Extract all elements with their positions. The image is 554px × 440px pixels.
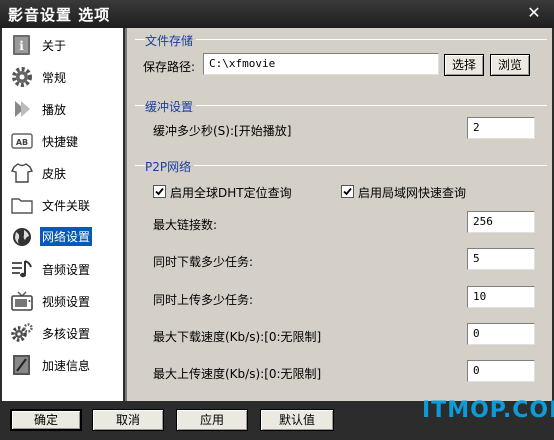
dht-checkbox-label[interactable]: 启用全球DHT定位查询	[170, 184, 292, 201]
sidebar-item-audio[interactable]: 音频设置	[6, 256, 120, 282]
max-upload-speed-input[interactable]: 0	[467, 360, 535, 382]
sidebar-item-skin[interactable]: 皮肤	[6, 160, 120, 186]
max-upload-speed-label: 最大上传速度(Kb/s):[0:无限制]	[153, 367, 322, 381]
group-separator	[135, 105, 547, 106]
upload-tasks-input[interactable]: 10	[467, 286, 535, 308]
save-path-label: 保存路径:	[143, 60, 196, 74]
sidebar-item-label: 常规	[42, 71, 67, 85]
sidebar-item-label: 音频设置	[42, 263, 91, 277]
tv-icon	[11, 291, 33, 311]
window-title: 影音设置 选项	[8, 6, 111, 24]
browse-path-button[interactable]: 浏览	[490, 54, 530, 76]
sidebar-item-label: 皮肤	[42, 167, 67, 181]
sidebar-item-general[interactable]: 常规	[6, 64, 120, 90]
sidebar-item-label: 快捷键	[42, 135, 79, 149]
play-arrow-icon	[15, 101, 30, 117]
ok-button[interactable]: 确定	[10, 409, 82, 431]
acceleration-icon	[13, 355, 30, 375]
sidebar: i 关于 常规 播放 AB 快捷键 皮肤 文件关联 网络设置 音频设置 视频设置…	[2, 28, 123, 401]
sidebar-item-hotkeys[interactable]: AB 快捷键	[6, 128, 120, 154]
download-tasks-input[interactable]: 5	[467, 248, 535, 270]
max-download-speed-label: 最大下载速度(Kb/s):[0:无限制]	[153, 330, 322, 344]
check-icon	[343, 187, 352, 196]
svg-text:AB: AB	[16, 138, 28, 147]
music-note-icon	[12, 260, 32, 278]
title-bar[interactable]: 影音设置 选项 ✕	[0, 0, 554, 28]
lan-checkbox[interactable]	[341, 185, 354, 198]
dht-checkbox[interactable]	[153, 185, 166, 198]
sidebar-item-file-assoc[interactable]: 文件关联	[6, 192, 120, 218]
select-path-button[interactable]: 选择	[444, 54, 484, 76]
download-tasks-label: 同时下载多少任务:	[153, 255, 254, 269]
close-icon[interactable]: ✕	[524, 3, 544, 23]
svg-text:i: i	[19, 39, 24, 53]
sidebar-item-video[interactable]: 视频设置	[6, 288, 120, 314]
buffer-seconds-input[interactable]: 2	[467, 117, 535, 139]
sidebar-item-playback[interactable]: 播放	[6, 96, 120, 122]
sidebar-item-label: 网络设置	[40, 227, 93, 246]
watermark-logo: ITMOP.COM	[422, 398, 554, 423]
apply-button[interactable]: 应用	[176, 409, 248, 431]
cancel-button[interactable]: 取消	[92, 409, 164, 431]
sidebar-item-acceleration[interactable]: 加速信息	[6, 352, 120, 378]
group-title-p2p: P2P网络	[145, 158, 195, 175]
sidebar-item-label: 文件关联	[42, 199, 91, 213]
globe-icon	[13, 228, 31, 246]
window-frame: i 关于 常规 播放 AB 快捷键 皮肤 文件关联 网络设置 音频设置 视频设置…	[0, 28, 554, 440]
tshirt-icon	[10, 163, 34, 183]
sidebar-item-label: 视频设置	[42, 295, 91, 309]
group-separator	[135, 39, 547, 40]
group-separator	[135, 165, 547, 166]
settings-panel: 文件存储 保存路径: C:\xfmovie 选择 浏览 缓冲设置 缓冲多少秒(S…	[127, 28, 552, 401]
save-path-input[interactable]: C:\xfmovie	[203, 53, 439, 75]
gear-icon	[12, 67, 32, 87]
defaults-button[interactable]: 默认值	[260, 409, 334, 431]
folder-icon	[11, 198, 33, 214]
group-title-buffer: 缓冲设置	[145, 98, 197, 115]
lan-checkbox-label[interactable]: 启用局域网快速查询	[358, 184, 466, 201]
keyboard-ab-icon: AB	[11, 133, 33, 149]
upload-tasks-label: 同时上传多少任务:	[153, 293, 254, 307]
buffer-seconds-label: 缓冲多少秒(S):[开始播放]	[153, 124, 292, 138]
max-connections-label: 最大链接数:	[153, 218, 218, 232]
max-download-speed-input[interactable]: 0	[467, 323, 535, 345]
sidebar-item-label: 多核设置	[42, 327, 91, 341]
group-title-file-storage: 文件存储	[145, 32, 197, 49]
check-icon	[155, 187, 164, 196]
sidebar-item-network[interactable]: 网络设置	[6, 224, 120, 250]
info-book-icon: i	[13, 35, 30, 55]
sidebar-item-label: 加速信息	[42, 359, 91, 373]
sidebar-item-label: 播放	[42, 103, 67, 117]
sidebar-item-about[interactable]: i 关于	[6, 32, 120, 58]
sidebar-item-label: 关于	[42, 39, 67, 53]
multi-gear-icon	[11, 323, 33, 342]
sidebar-item-multicore[interactable]: 多核设置	[6, 320, 120, 346]
max-connections-input[interactable]: 256	[467, 211, 535, 233]
